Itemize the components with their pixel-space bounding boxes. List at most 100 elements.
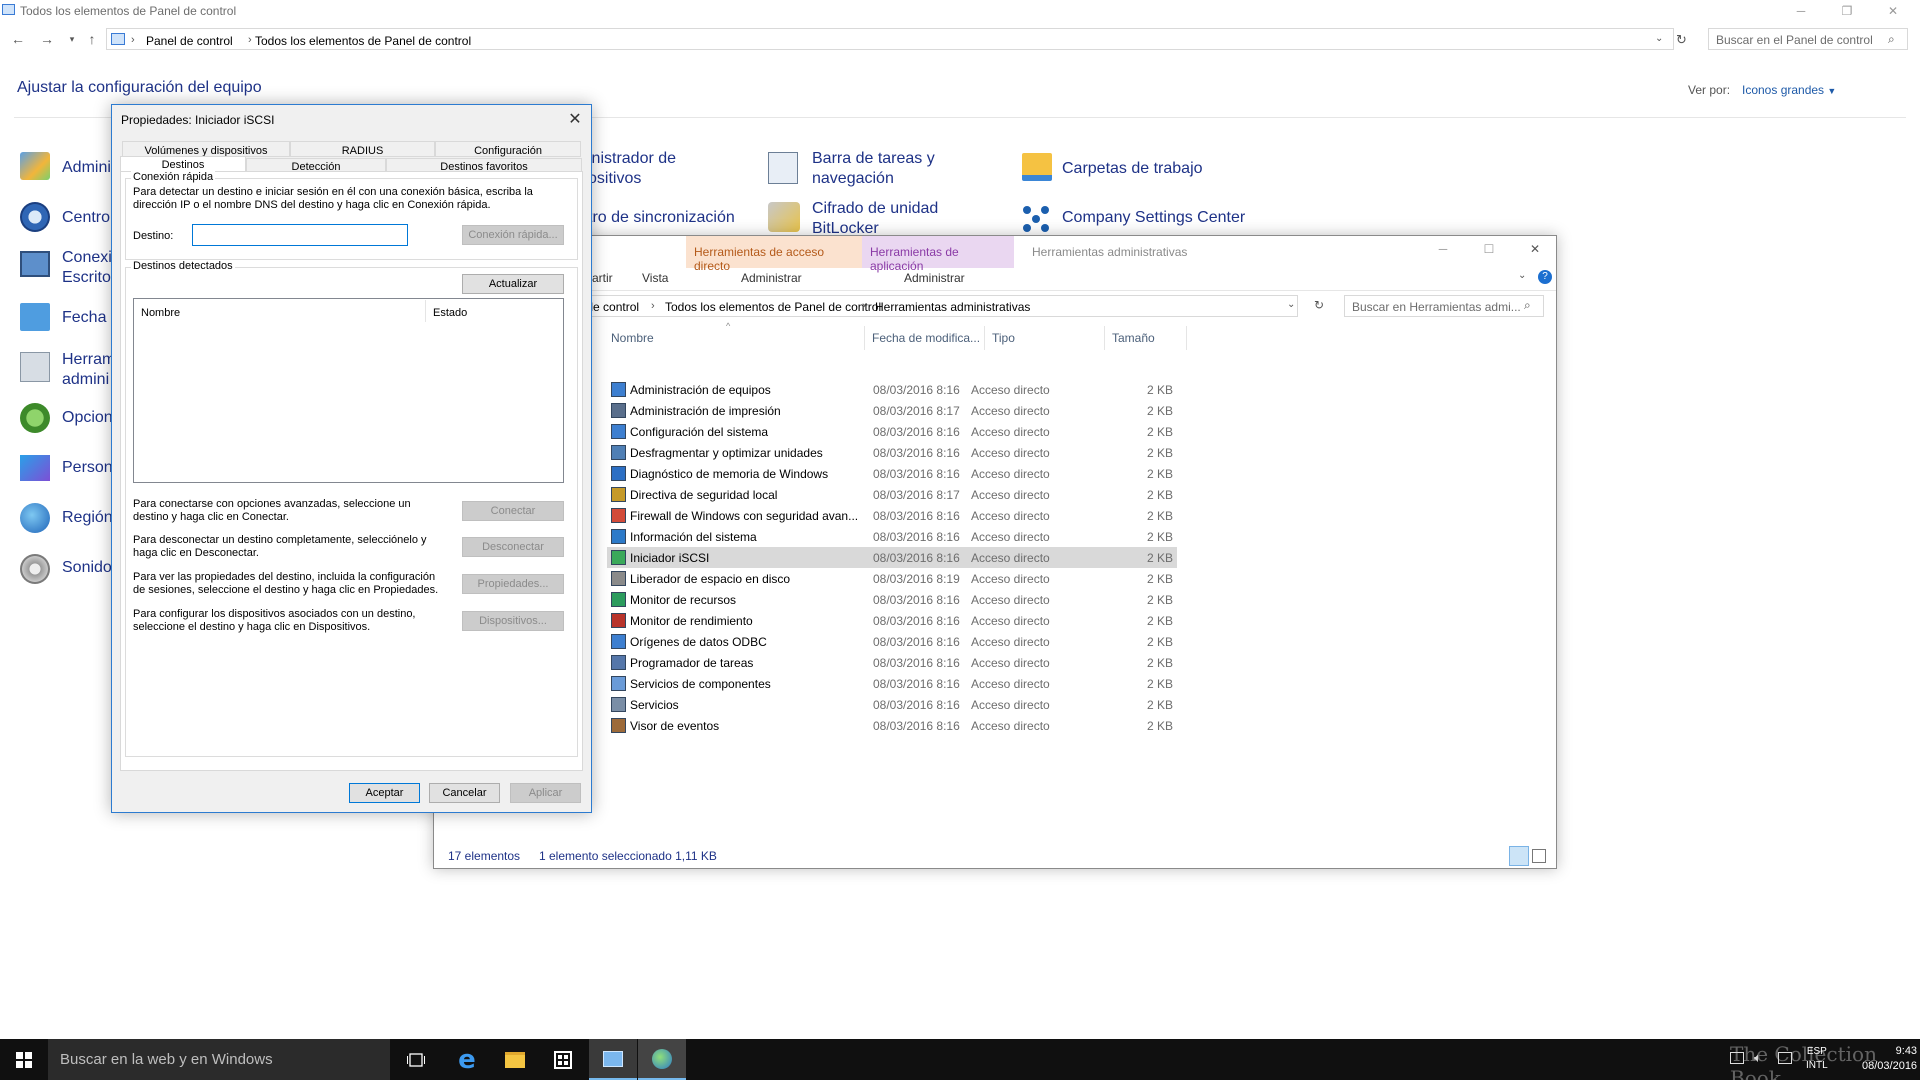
date-time-icon[interactable] [20,303,50,331]
file-row[interactable]: Diagnóstico de memoria de Windows 08/03/2… [607,463,1177,484]
bitlocker-key-icon[interactable] [768,202,800,232]
edge-browser-icon[interactable]: e [443,1039,491,1080]
file-row[interactable]: Administración de impresión 08/03/2016 8:… [607,400,1177,421]
control-panel-taskbar-icon[interactable] [589,1039,637,1080]
column-header-size[interactable]: Tamaño [1112,331,1155,345]
details-view-icon[interactable] [1509,846,1529,866]
apply-button[interactable]: Aplicar [510,783,581,803]
cp-item-conexion-line2[interactable]: Escritor [62,268,116,288]
personalization-icon[interactable] [20,455,50,481]
region-globe-icon[interactable] [20,503,50,533]
tab-configuracion[interactable]: Configuración [435,141,581,157]
dialog-close-icon[interactable]: ✕ [563,109,587,129]
ok-button[interactable]: Aceptar [349,783,420,803]
cp-item-barra-tareas-line2[interactable]: navegación [812,169,894,189]
target-input[interactable] [192,224,408,246]
back-arrow-icon[interactable]: ← [8,30,28,48]
work-folders-icon[interactable] [1022,153,1052,181]
cp-item-personalizacion[interactable]: Person [62,458,113,478]
taskbar-navigation-icon[interactable] [768,152,798,184]
file-row[interactable]: Servicios de componentes 08/03/2016 8:16 A… [607,673,1177,694]
cp-item-sonido[interactable]: Sonido [62,558,112,578]
ctx-tab-app-tools[interactable]: Herramientas de aplicación [862,236,1014,273]
minimize-button[interactable]: ─ [1778,0,1824,22]
taskbar-search-box[interactable]: Buscar en la web y en Windows [48,1039,390,1080]
cp-item-conexion-line1[interactable]: Conexi [62,248,112,268]
cp-item-barra-tareas-line1[interactable]: Barra de tareas y [812,149,935,169]
tab-radius[interactable]: RADIUS [290,141,435,157]
explorer-close-button[interactable]: ✕ [1512,238,1558,260]
connect-button[interactable]: Conectar [462,501,564,521]
network-icon[interactable] [1730,1052,1744,1064]
column-header-name[interactable]: Nombre [611,331,654,345]
cp-item-centro-sincronizacion[interactable]: tro de sincronización [588,208,735,228]
refresh-button[interactable]: Actualizar [462,274,564,294]
explorer-minimize-button[interactable]: ─ [1420,238,1466,260]
ribbon-tab-compartir[interactable]: artir [592,271,613,285]
file-row[interactable]: Orígenes de datos ODBC 08/03/2016 8:16 Acc… [607,631,1177,652]
explorer-address-bar[interactable]: nel de control › Todos los elementos de … [566,295,1298,317]
address-bar[interactable]: › Panel de control › Todos los elementos… [106,28,1674,50]
task-view-icon[interactable] [392,1039,440,1080]
file-row[interactable]: Información del sistema 08/03/2016 8:16 Ac… [607,526,1177,547]
cp-item-admin[interactable]: Admini [62,158,111,178]
column-header-type[interactable]: Tipo [992,331,1015,345]
cancel-button[interactable]: Cancelar [429,783,500,803]
cp-item-carpetas-trabajo[interactable]: Carpetas de trabajo [1062,159,1203,179]
tab-volumenes-dispositivos[interactable]: Volúmenes y dispositivos [122,141,290,157]
file-row[interactable]: Configuración del sistema 08/03/2016 8:16… [607,421,1177,442]
file-row[interactable]: Monitor de rendimiento 08/03/2016 8:16 Acc… [607,610,1177,631]
up-arrow-icon[interactable]: ↑ [82,30,102,48]
file-row[interactable]: Directiva de seguridad local 08/03/2016 8… [607,484,1177,505]
power-options-icon[interactable] [20,403,50,433]
large-icons-view-icon[interactable] [1532,849,1546,863]
file-row[interactable]: Servicios 08/03/2016 8:16 Acceso directo 2 … [607,694,1177,715]
file-row[interactable]: Iniciador iSCSI 08/03/2016 8:16 Acceso dir… [607,547,1177,568]
breadcrumb-herramientas[interactable]: Herramientas administrativas [875,300,1030,314]
cp-item-administrador-dispositivos-line1[interactable]: inistrador de [588,149,676,169]
sound-speaker-icon[interactable] [20,554,50,584]
forward-arrow-icon[interactable]: → [37,30,57,48]
start-windows-icon[interactable] [0,1039,48,1080]
ribbon-tab-administrar-app[interactable]: Administrar [904,271,965,285]
breadcrumb-todos-los-elementos[interactable]: Todos los elementos de Panel de control [665,300,881,314]
disconnect-button[interactable]: Desconectar [462,537,564,557]
explorer-maximize-button[interactable]: ☐ [1466,238,1512,260]
devices-button[interactable]: Dispositivos... [462,611,564,631]
company-settings-icon[interactable] [1021,204,1051,234]
admin-devices-icon[interactable] [20,152,50,180]
help-icon[interactable]: ? [1538,270,1552,284]
cp-item-company-settings[interactable]: Company Settings Center [1062,208,1245,228]
file-row[interactable]: Programador de tareas 08/03/2016 8:16 Acce… [607,652,1177,673]
cp-item-bitlocker-line1[interactable]: Cifrado de unidad [812,199,938,219]
ctx-tab-shortcut-tools[interactable]: Herramientas de acceso directo [686,236,862,273]
file-row[interactable]: Visor de eventos 08/03/2016 8:16 Acceso di… [607,715,1177,736]
explorer-search-input[interactable]: Buscar en Herramientas admi... [1344,295,1544,317]
iscsi-initiator-taskbar-icon[interactable] [638,1039,686,1080]
file-row[interactable]: Monitor de recursos 08/03/2016 8:16 Acceso… [607,589,1177,610]
file-row[interactable]: Desfragmentar y optimizar unidades 08/03/… [607,442,1177,463]
list-header-nombre[interactable]: Nombre [141,307,180,320]
address-dropdown-chevron-icon[interactable]: ⌄ [1287,299,1295,310]
clock[interactable]: 9:43 08/03/2016 [1862,1045,1917,1072]
remote-desktop-icon[interactable] [20,251,50,277]
breadcrumb-todos-los-elementos[interactable]: Todos los elementos de Panel de control [255,34,471,48]
properties-button[interactable]: Propiedades... [462,574,564,594]
ribbon-collapse-chevron-icon[interactable]: ⌄ [1518,270,1526,281]
store-icon[interactable] [539,1039,587,1080]
file-explorer-icon[interactable] [491,1039,539,1080]
cp-item-region[interactable]: Región [62,508,113,528]
file-row[interactable]: Firewall de Windows con seguridad avan..… [607,505,1177,526]
refresh-icon[interactable]: ↻ [1676,32,1687,48]
targets-list[interactable]: Nombre Estado [133,298,564,483]
address-dropdown-chevron-icon[interactable]: ⌄ [1655,33,1663,44]
column-header-date[interactable]: Fecha de modifica... [872,331,980,345]
cp-item-herram-line2[interactable]: admini [62,370,109,390]
cp-item-centro[interactable]: Centro [62,208,110,228]
action-center-icon[interactable] [1778,1052,1792,1064]
ribbon-tab-vista[interactable]: Vista [642,271,668,285]
cp-item-administrador-dispositivos-line2[interactable]: ositivos [588,169,641,189]
cp-item-opciones[interactable]: Opcion [62,408,113,428]
breadcrumb-panel-de-control[interactable]: Panel de control [146,34,233,48]
restore-button[interactable]: ❐ [1824,0,1870,22]
